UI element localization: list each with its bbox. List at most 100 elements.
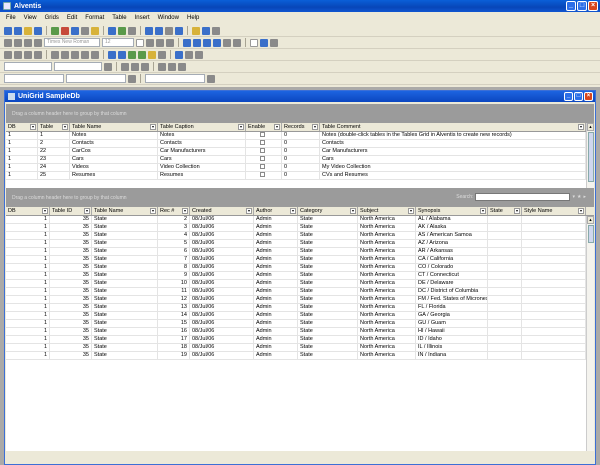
col-enable[interactable]: Enable ▾ [246,123,282,131]
table-cell[interactable]: State [298,336,358,343]
table-cell[interactable]: 1 [6,320,50,327]
table-icon[interactable] [213,38,221,47]
table-cell[interactable]: State [298,240,358,247]
strike-icon[interactable] [34,38,42,47]
table-cell[interactable]: State [92,216,158,223]
table-cell[interactable] [488,216,522,223]
tile-icon[interactable] [175,26,183,35]
table-cell[interactable]: Notes [70,132,158,139]
table-cell[interactable]: GU / Guam [416,320,488,327]
table-cell[interactable] [488,296,522,303]
table-cell[interactable]: State [298,232,358,239]
table-cell[interactable]: 11 [158,288,190,295]
table-cell[interactable]: 35 [50,328,92,335]
table-cell[interactable]: 0 [282,172,320,179]
table-cell[interactable]: State [92,296,158,303]
table-cell[interactable]: 1 [6,224,50,231]
col-author[interactable]: Author ▾ [254,207,298,215]
table-cell[interactable] [488,312,522,319]
close-button[interactable]: × [588,1,598,11]
table-cell[interactable]: North America [358,248,416,255]
table-cell[interactable]: GA / Georgia [416,312,488,319]
table-cell[interactable]: North America [358,344,416,351]
table-cell[interactable]: 08/Jul/06 [190,304,254,311]
table-cell[interactable]: 5 [158,240,190,247]
table-cell[interactable]: Resumes [158,172,246,179]
window-icon[interactable] [155,26,163,35]
col-table-name[interactable]: Table Name ▾ [70,123,158,131]
table-cell[interactable]: 22 [38,148,70,155]
col-table-comment[interactable]: Table Comment ▾ [320,123,586,131]
table-cell[interactable]: CarCos [70,148,158,155]
table-row[interactable]: 1 35 State 19 08/Jul/06 Admin State North Ameri… [6,352,594,360]
menu-file[interactable]: File [6,15,16,21]
indent-icon[interactable] [108,50,116,59]
table-cell[interactable] [246,164,282,171]
first-icon[interactable] [4,50,12,59]
table-cell[interactable]: State [298,312,358,319]
table-icon[interactable] [193,38,201,47]
table-row[interactable]: 1 35 State 14 08/Jul/06 Admin State North Ameri… [6,312,594,320]
table-cell[interactable]: 35 [50,216,92,223]
options-icon[interactable] [128,26,136,35]
table-cell[interactable]: State [298,320,358,327]
dropdown-icon[interactable] [104,62,112,71]
table-cell[interactable]: 1 [6,352,50,359]
view-combo[interactable] [4,74,64,83]
table-cell[interactable]: 15 [158,320,190,327]
font-size-combo[interactable]: 12 [102,38,134,47]
table-cell[interactable]: Notes [158,132,246,139]
table-cell[interactable]: 35 [50,280,92,287]
checkbox-icon[interactable] [250,38,258,47]
table-cell[interactable] [246,132,282,139]
table-cell[interactable]: 08/Jul/06 [190,240,254,247]
table-cell[interactable]: North America [358,264,416,271]
table-cell[interactable]: State [92,328,158,335]
table-cell[interactable]: North America [358,240,416,247]
grid-icon[interactable] [4,26,12,35]
table-cell[interactable]: 35 [50,344,92,351]
table-cell[interactable]: 0 [282,132,320,139]
table-cell[interactable] [488,272,522,279]
table-cell[interactable]: 3 [158,224,190,231]
stop-icon[interactable] [212,26,220,35]
table-cell[interactable]: 1 [6,264,50,271]
table-row[interactable]: 1 2 Contacts Contacts 0 Contacts [6,140,594,148]
table-cell[interactable]: Cars [320,156,586,163]
key-icon[interactable] [195,50,203,59]
table-cell[interactable]: ID / Idaho [416,336,488,343]
search-down-icon[interactable]: ▾ [572,194,575,200]
table-cell[interactable]: 1 [6,288,50,295]
layout-combo[interactable] [145,74,205,83]
table-cell[interactable] [488,288,522,295]
table-row[interactable]: 1 35 State 15 08/Jul/06 Admin State North Ameri… [6,320,594,328]
table-cell[interactable]: 19 [158,352,190,359]
table-cell[interactable]: 35 [50,312,92,319]
copy-icon[interactable] [61,50,69,59]
table-cell[interactable] [522,336,586,343]
table-cell[interactable]: 35 [50,248,92,255]
table-cell[interactable]: North America [358,312,416,319]
col-table-name[interactable]: Table Name ▾ [92,207,158,215]
table-cell[interactable]: 08/Jul/06 [190,320,254,327]
table-cell[interactable]: State [92,232,158,239]
table-cell[interactable] [522,320,586,327]
table-cell[interactable] [522,240,586,247]
table-cell[interactable]: 08/Jul/06 [190,312,254,319]
table-cell[interactable]: CO / Colorado [416,264,488,271]
delete-record-icon[interactable] [61,26,69,35]
table-cell[interactable]: HI / Hawaii [416,328,488,335]
bullet-icon[interactable] [121,62,129,71]
table-row[interactable]: 1 35 State 11 08/Jul/06 Admin State North Ameri… [6,288,594,296]
table-cell[interactable]: State [92,224,158,231]
col-table[interactable]: Table ▾ [38,123,70,131]
table-cell[interactable] [488,320,522,327]
table-cell[interactable] [522,328,586,335]
search-next-icon[interactable]: ▸ [583,194,586,200]
table-row[interactable]: 1 35 State 17 08/Jul/06 Admin State North Ameri… [6,336,594,344]
table-cell[interactable]: Admin [254,216,298,223]
shade-icon[interactable] [168,62,176,71]
table-cell[interactable]: State [92,264,158,271]
table-row[interactable]: 1 1 Notes Notes 0 Notes (double-click tables … [6,132,594,140]
table-cell[interactable]: State [298,344,358,351]
